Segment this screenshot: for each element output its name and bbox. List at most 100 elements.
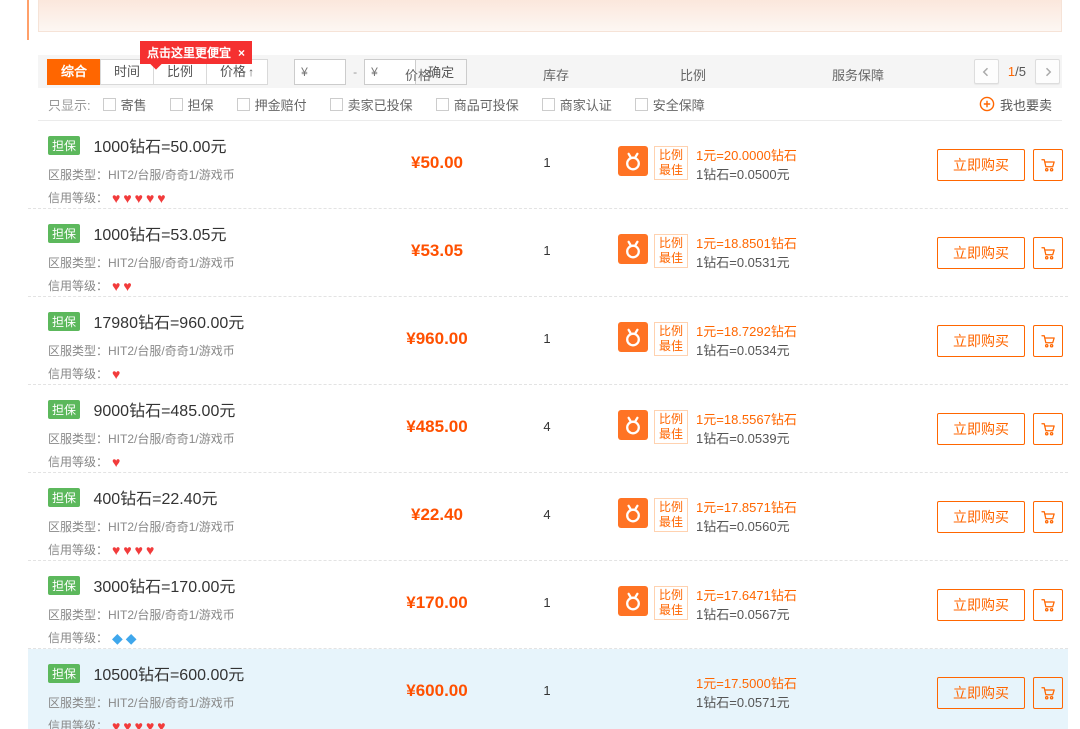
- ratio-lines: 1元=18.7292钻石 1钻石=0.0534元: [696, 322, 797, 360]
- row-actions: 立即购买: [937, 325, 1063, 357]
- add-to-cart-button[interactable]: [1033, 149, 1063, 181]
- filter-checkbox-item[interactable]: 卖家已投保: [330, 95, 413, 114]
- listing-title[interactable]: 3000钻石=170.00元: [93, 579, 235, 596]
- credit-icons: ♥: [112, 455, 123, 469]
- checkbox: [170, 98, 183, 111]
- row-actions: 立即购买: [937, 501, 1063, 533]
- next-page-button[interactable]: [1035, 59, 1060, 84]
- ratio-per-yuan: 1元=18.7292钻石: [696, 322, 797, 341]
- best-ratio-group: 比例最佳: [618, 234, 688, 268]
- listing-price: ¥600.00: [377, 681, 497, 701]
- ratio-lines: 1元=20.0000钻石 1钻石=0.0500元: [696, 146, 797, 184]
- medal-icon: [618, 498, 648, 528]
- best-ratio-badge: 比例最佳: [654, 146, 688, 180]
- filter-checkbox-item[interactable]: 商家认证: [542, 95, 612, 114]
- filter-checkbox-item[interactable]: 寄售: [103, 95, 147, 114]
- listing-row: 担保 400钻石=22.40元 区服类型：HIT2/台服/奇奇1/游戏币 信用等…: [28, 473, 1068, 561]
- add-to-cart-button[interactable]: [1033, 501, 1063, 533]
- guarantee-badge: 担保: [48, 136, 80, 155]
- credit-level: 信用等级： ♥: [48, 453, 1068, 470]
- checkbox: [542, 98, 555, 111]
- listing-title[interactable]: 1000钻石=53.05元: [93, 227, 226, 244]
- listing-title[interactable]: 400钻石=22.40元: [93, 491, 217, 508]
- guarantee-badge: 担保: [48, 664, 80, 683]
- buy-now-button[interactable]: 立即购买: [937, 677, 1025, 709]
- ratio-lines: 1元=17.5000钻石 1钻石=0.0571元: [696, 674, 797, 712]
- medal-icon: [618, 322, 648, 352]
- buy-now-button[interactable]: 立即购买: [937, 325, 1025, 357]
- listing-row: 担保 9000钻石=485.00元 区服类型：HIT2/台服/奇奇1/游戏币 信…: [28, 385, 1068, 473]
- ratio-lines: 1元=18.8501钻石 1钻石=0.0531元: [696, 234, 797, 272]
- listing-price: ¥485.00: [377, 417, 497, 437]
- listing-stock: 1: [517, 595, 577, 610]
- listing-stock: 1: [517, 331, 577, 346]
- heart-icon: ♥: [146, 719, 154, 729]
- add-to-cart-button[interactable]: [1033, 589, 1063, 621]
- ratio-per-diamond: 1钻石=0.0500元: [696, 165, 797, 184]
- buy-now-button[interactable]: 立即购买: [937, 589, 1025, 621]
- row-actions: 立即购买: [937, 677, 1063, 709]
- gem-icon: ◆: [112, 631, 123, 645]
- listing-line1: 担保 400钻石=22.40元: [48, 485, 1068, 509]
- cart-icon: [1039, 244, 1057, 262]
- listing-row: 担保 17980钻石=960.00元 区服类型：HIT2/台服/奇奇1/游戏币 …: [28, 297, 1068, 385]
- filter-checkbox-item[interactable]: 商品可投保: [436, 95, 519, 114]
- listing-line1: 担保 9000钻石=485.00元: [48, 397, 1068, 421]
- cart-icon: [1039, 156, 1057, 174]
- listing-title[interactable]: 10500钻石=600.00元: [93, 667, 244, 684]
- prev-page-button[interactable]: [974, 59, 999, 84]
- tab-composite[interactable]: 综合: [47, 59, 101, 85]
- filter-checkbox-item[interactable]: 担保: [170, 95, 214, 114]
- cart-icon: [1039, 508, 1057, 526]
- buy-now-button[interactable]: 立即购买: [937, 413, 1025, 445]
- buy-now-button[interactable]: 立即购买: [937, 149, 1025, 181]
- price-min-input[interactable]: [294, 59, 346, 85]
- listing-row: 担保 1000钻石=50.00元 区服类型：HIT2/台服/奇奇1/游戏币 信用…: [28, 121, 1068, 209]
- buy-now-button[interactable]: 立即购买: [937, 237, 1025, 269]
- credit-icons: ♥♥♥♥♥: [112, 719, 169, 729]
- best-ratio-badge: 比例最佳: [654, 322, 688, 356]
- listing-price: ¥22.40: [377, 505, 497, 525]
- medal-icon: [618, 586, 648, 616]
- guarantee-badge: 担保: [48, 488, 80, 507]
- ratio-lines: 1元=17.6471钻石 1钻石=0.0567元: [696, 586, 797, 624]
- filter-checkbox-item[interactable]: 安全保障: [635, 95, 705, 114]
- add-to-cart-button[interactable]: [1033, 413, 1063, 445]
- listing-stock: 4: [517, 507, 577, 522]
- cart-icon: [1039, 332, 1057, 350]
- add-to-cart-button[interactable]: [1033, 325, 1063, 357]
- credit-icons: ♥: [112, 367, 123, 381]
- best-ratio-badge: 比例最佳: [654, 586, 688, 620]
- credit-level: 信用等级： ♥♥: [48, 277, 1068, 294]
- heart-icon: ♥: [112, 279, 120, 293]
- sell-link[interactable]: 我也要卖: [979, 95, 1052, 114]
- listing-stock: 1: [517, 243, 577, 258]
- listing-row: 担保 1000钻石=53.05元 区服类型：HIT2/台服/奇奇1/游戏币 信用…: [28, 209, 1068, 297]
- sort-asc-icon: ↑: [248, 65, 254, 79]
- listing-row: 担保 3000钻石=170.00元 区服类型：HIT2/台服/奇奇1/游戏币 信…: [28, 561, 1068, 649]
- add-to-cart-button[interactable]: [1033, 237, 1063, 269]
- heart-icon: ♥: [146, 191, 154, 205]
- close-icon[interactable]: ×: [238, 46, 245, 60]
- ratio-per-diamond: 1钻石=0.0571元: [696, 693, 797, 712]
- ratio-per-yuan: 1元=18.8501钻石: [696, 234, 797, 253]
- best-ratio-group: 比例最佳: [618, 322, 688, 356]
- cheaper-tooltip[interactable]: 点击这里更便宜 ×: [140, 41, 252, 64]
- listing-stock: 1: [517, 683, 577, 698]
- ratio-per-yuan: 1元=18.5567钻石: [696, 410, 797, 429]
- add-to-cart-button[interactable]: [1033, 677, 1063, 709]
- listing-title[interactable]: 17980钻石=960.00元: [93, 315, 244, 332]
- medal-icon: [618, 410, 648, 440]
- listing-title[interactable]: 1000钻石=50.00元: [93, 139, 226, 156]
- checkbox: [237, 98, 250, 111]
- listing-title[interactable]: 9000钻石=485.00元: [93, 403, 235, 420]
- heart-icon: ♥: [157, 719, 165, 729]
- buy-now-button[interactable]: 立即购买: [937, 501, 1025, 533]
- ratio-block: 比例最佳 1元=18.8501钻石 1钻石=0.0531元: [618, 234, 797, 272]
- ratio-per-yuan: 1元=17.6471钻石: [696, 586, 797, 605]
- ratio-block: 比例最佳 1元=18.5567钻石 1钻石=0.0539元: [618, 410, 797, 448]
- credit-icons: ◆◆: [112, 631, 140, 645]
- heart-icon: ♥: [123, 191, 131, 205]
- filter-checkbox-item[interactable]: 押金赔付: [237, 95, 307, 114]
- cart-icon: [1039, 684, 1057, 702]
